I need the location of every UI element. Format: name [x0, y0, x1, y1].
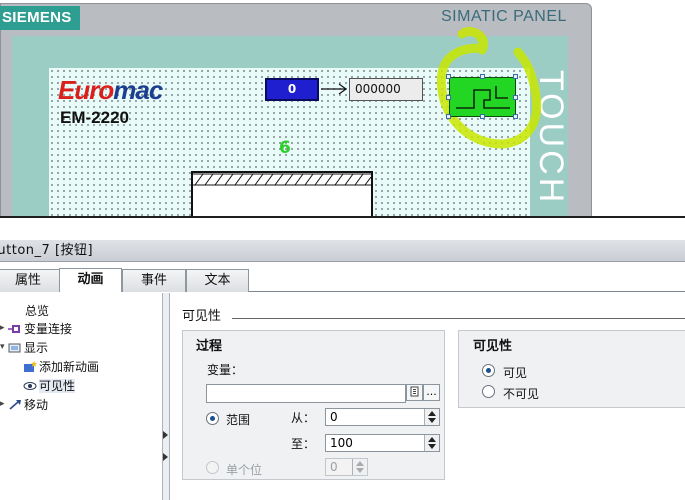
from-spinner[interactable]: [424, 409, 439, 425]
splitter[interactable]: [0, 216, 685, 238]
from-label: 从：: [291, 411, 316, 425]
tab-events[interactable]: 事件: [122, 269, 186, 292]
simatic-panel-label: SIMATIC PANEL: [441, 8, 567, 25]
resize-handle[interactable]: [480, 74, 485, 79]
io-output-field[interactable]: 000000: [349, 78, 423, 101]
single-bit-radio[interactable]: [206, 461, 219, 474]
tab-bar: 属性 动画 事件 文本: [0, 268, 685, 292]
arrow-right-icon: [321, 83, 348, 95]
status-number: 6: [279, 138, 291, 158]
invisible-radio[interactable]: [482, 385, 495, 398]
expand-icon[interactable]: ▸: [0, 399, 5, 409]
resize-handle[interactable]: [513, 95, 518, 100]
to-spinner[interactable]: [424, 435, 439, 451]
collapse-icon[interactable]: ▾: [0, 342, 5, 352]
variable-field[interactable]: [206, 384, 406, 403]
hmi-panel-preview: SIEMENS SIMATIC PANEL TOUCH Euromac EM-2…: [0, 0, 685, 216]
resize-handle[interactable]: [513, 114, 518, 119]
section-divider: [232, 318, 685, 319]
tab-texts[interactable]: 文本: [186, 269, 249, 292]
siemens-brand: SIEMENS: [0, 6, 80, 30]
nav-item-display[interactable]: 显示: [8, 340, 48, 357]
nav-item-visibility[interactable]: 可见性: [23, 378, 76, 395]
tab-properties[interactable]: 属性: [0, 269, 60, 292]
nav-splitter[interactable]: [163, 293, 170, 500]
nav-item-overview[interactable]: 总览: [25, 303, 49, 320]
to-field[interactable]: 100: [325, 434, 440, 452]
range-label: 范围: [226, 413, 251, 427]
button-7[interactable]: [449, 77, 516, 117]
range-radio[interactable]: [206, 412, 219, 425]
invisible-label: 不可见: [503, 387, 540, 401]
euromac-logo: Euromac: [58, 75, 163, 105]
tab-animations[interactable]: 动画: [59, 268, 122, 292]
tag-connection-icon: [8, 325, 20, 333]
animation-nav-tree: 总览 ▸ 变量连接 ▾ 显示 添加新动画 可见性 ▸ 移动: [0, 293, 163, 500]
expand-icon[interactable]: ▸: [0, 323, 5, 333]
from-field[interactable]: 0: [325, 408, 440, 426]
add-animation-icon: [24, 361, 37, 372]
io-input-field[interactable]: 0: [265, 78, 319, 101]
resize-handle[interactable]: [446, 74, 451, 79]
visibility-title: 可见性: [473, 339, 513, 354]
circuit-icon: [456, 86, 510, 109]
model-label: EM-2220: [60, 108, 129, 127]
browse-button[interactable]: ...: [423, 384, 440, 401]
visible-label: 可见: [503, 366, 528, 380]
tag-list-button[interactable]: [406, 384, 423, 401]
process-title: 过程: [196, 339, 223, 354]
nav-item-tag-connection[interactable]: 变量连接: [8, 321, 72, 338]
visible-radio[interactable]: [482, 364, 495, 377]
tank-graphic: [191, 171, 373, 216]
bit-spinner[interactable]: [352, 459, 367, 475]
inspector-title: Button_7 [按钮]: [0, 240, 685, 262]
to-label: 至：: [291, 437, 316, 451]
nav-item-add-animation[interactable]: 添加新动画: [23, 359, 99, 376]
resize-handle[interactable]: [513, 74, 518, 79]
resize-handle[interactable]: [446, 95, 451, 100]
resize-handle[interactable]: [480, 114, 485, 119]
move-icon: [9, 400, 21, 410]
section-title: 可见性: [182, 309, 222, 324]
resize-handle[interactable]: [446, 114, 451, 119]
display-icon: [8, 343, 21, 353]
list-icon: [410, 386, 419, 397]
bit-field[interactable]: 0: [325, 458, 368, 476]
eye-icon: [23, 382, 37, 390]
single-bit-label: 单个位: [226, 463, 263, 477]
variable-label: 变量：: [207, 363, 244, 377]
nav-item-move[interactable]: 移动: [8, 397, 48, 414]
